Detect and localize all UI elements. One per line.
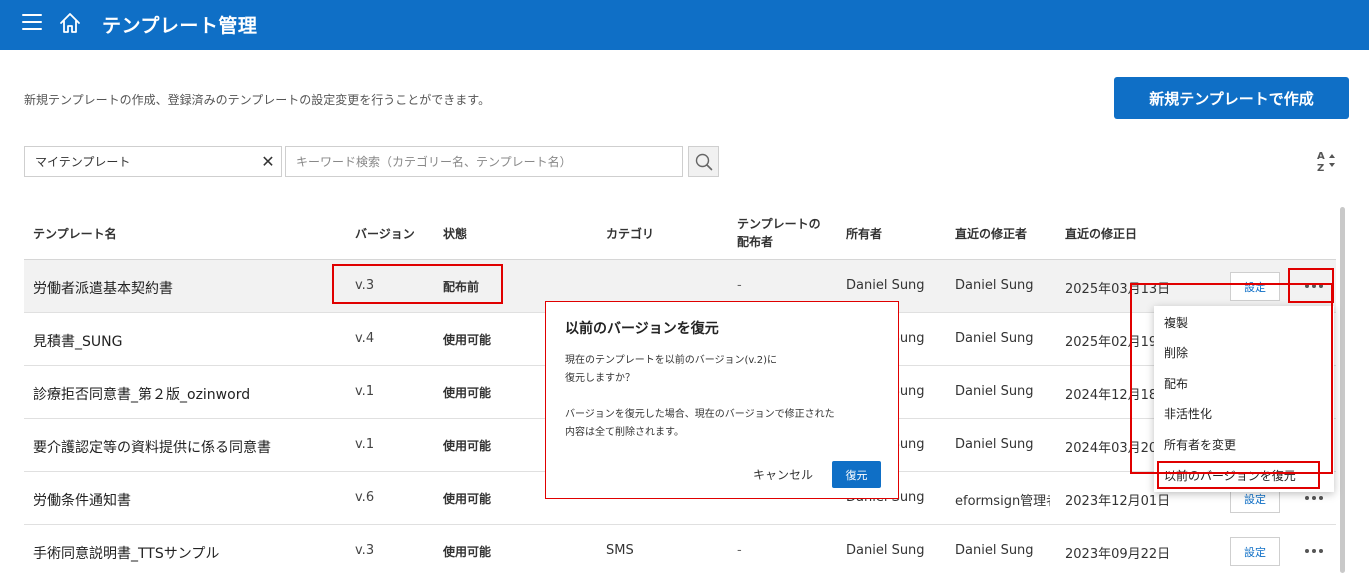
restore-version-dialog: 以前のバージョンを復元 現在のテンプレートを以前のバージョン(v.2)に 復元し…	[545, 301, 899, 499]
template-modifier: Daniel Sung	[955, 278, 1034, 293]
menu-item-duplicate[interactable]: 複製	[1164, 314, 1188, 331]
template-name: 要介護認定等の資料提供に係る同意書	[33, 440, 271, 456]
sort-icon-top: A	[1317, 151, 1325, 162]
menu-item-distribute[interactable]: 配布	[1164, 375, 1188, 392]
settings-button[interactable]: 設定	[1230, 537, 1280, 566]
template-status: 使用可能	[443, 492, 492, 506]
template-status: 使用可能	[443, 386, 492, 400]
top-bar: テンプレート管理	[0, 0, 1369, 50]
more-options-icon[interactable]	[1300, 537, 1328, 565]
menu-item-deactivate[interactable]: 非活性化	[1164, 405, 1212, 422]
template-version: v.6	[355, 490, 375, 505]
header-modified-date: 直近の修正日	[1065, 227, 1138, 241]
template-status: 使用可能	[443, 545, 492, 559]
template-modifier: Daniel Sung	[955, 331, 1034, 346]
table-row[interactable]: 手術同意説明書_TTSサンプル v.3 使用可能 SMS - Daniel Su…	[24, 525, 1336, 573]
table-header: テンプレート名 バージョン 状態 カテゴリ テンプレートの 配布者 所有者 直近…	[24, 206, 1336, 260]
context-menu: 複製 削除 配布 非活性化 所有者を変更 以前のバージョンを復元	[1154, 306, 1334, 492]
template-name: 手術同意説明書_TTSサンプル	[33, 546, 220, 562]
settings-button[interactable]: 設定	[1230, 272, 1280, 301]
menu-item-delete[interactable]: 削除	[1164, 344, 1188, 361]
template-modifier: eformsign管理者	[955, 494, 1050, 509]
template-modified-date: 2025年03月13日	[1065, 282, 1171, 297]
header-modifier: 直近の修正者	[955, 227, 1028, 241]
header-status: 状態	[443, 227, 468, 241]
dialog-title: 以前のバージョンを復元	[565, 321, 719, 337]
template-owner: Daniel Sung	[846, 278, 925, 293]
header-version: バージョン	[355, 227, 415, 241]
keyword-search-input[interactable]	[285, 146, 683, 177]
template-status: 使用可能	[443, 333, 492, 347]
scrollbar[interactable]	[1340, 207, 1345, 573]
sort-icon[interactable]: A Z	[1313, 148, 1337, 174]
header-category: カテゴリ	[606, 227, 655, 241]
template-name: 見積書_SUNG	[33, 334, 123, 350]
template-category: SMS	[606, 543, 634, 558]
header-owner: 所有者	[846, 227, 883, 241]
dialog-text-line: 復元しますか？	[565, 373, 635, 384]
menu-item-change-owner[interactable]: 所有者を変更	[1164, 436, 1236, 453]
template-status: 使用可能	[443, 439, 492, 453]
template-name: 労働条件通知書	[33, 493, 131, 509]
template-distributor: -	[737, 278, 742, 293]
search-icon	[695, 153, 712, 170]
header-distributor-line2: 配布者	[737, 235, 774, 249]
template-version: v.4	[355, 331, 375, 346]
clear-filter-icon[interactable]: ✕	[255, 152, 281, 171]
home-icon[interactable]	[58, 11, 82, 35]
template-modified-date: 2023年12月01日	[1065, 494, 1171, 509]
dialog-text-line: 現在のテンプレートを以前のバージョン(v.2)に	[565, 355, 777, 366]
template-version: v.3	[355, 278, 375, 293]
template-modifier: Daniel Sung	[955, 437, 1034, 452]
dialog-body: 現在のテンプレートを以前のバージョン(v.2)に 復元しますか？ バージョンを復…	[565, 352, 835, 442]
template-version: v.3	[355, 543, 375, 558]
new-template-button[interactable]: 新規テンプレートで作成	[1114, 77, 1349, 119]
page-title: テンプレート管理	[102, 15, 258, 37]
restore-button[interactable]: 復元	[832, 461, 881, 488]
menu-icon[interactable]	[22, 14, 42, 32]
template-distributor: -	[737, 543, 742, 558]
search-button[interactable]	[688, 146, 719, 177]
template-modifier: Daniel Sung	[955, 543, 1034, 558]
dialog-text-line: バージョンを復元した場合、現在のバージョンで修正された	[565, 409, 835, 420]
template-filter-select[interactable]: マイテンプレート ✕	[24, 146, 282, 177]
template-version: v.1	[355, 384, 375, 399]
template-name: 診療拒否同意書_第２版_ozinword	[33, 387, 251, 403]
page-description: 新規テンプレートの作成、登録済みのテンプレートの設定変更を行うことができます。	[24, 93, 491, 107]
dialog-text-line: 内容は全て削除されます。	[565, 427, 684, 438]
template-owner: Daniel Sung	[846, 543, 925, 558]
template-modifier: Daniel Sung	[955, 384, 1034, 399]
menu-item-restore-version[interactable]: 以前のバージョンを復元	[1164, 467, 1296, 484]
template-name: 労働者派遣基本契約書	[33, 281, 173, 297]
template-status: 配布前	[443, 280, 480, 294]
template-version: v.1	[355, 437, 375, 452]
template-modified-date: 2023年09月22日	[1065, 547, 1171, 562]
header-name: テンプレート名	[33, 227, 117, 241]
sort-icon-bottom: Z	[1317, 163, 1324, 174]
cancel-button[interactable]: キャンセル	[753, 466, 813, 483]
more-options-icon[interactable]	[1300, 272, 1328, 300]
filter-selected-value: マイテンプレート	[35, 155, 131, 169]
header-distributor-line1: テンプレートの	[737, 217, 821, 231]
